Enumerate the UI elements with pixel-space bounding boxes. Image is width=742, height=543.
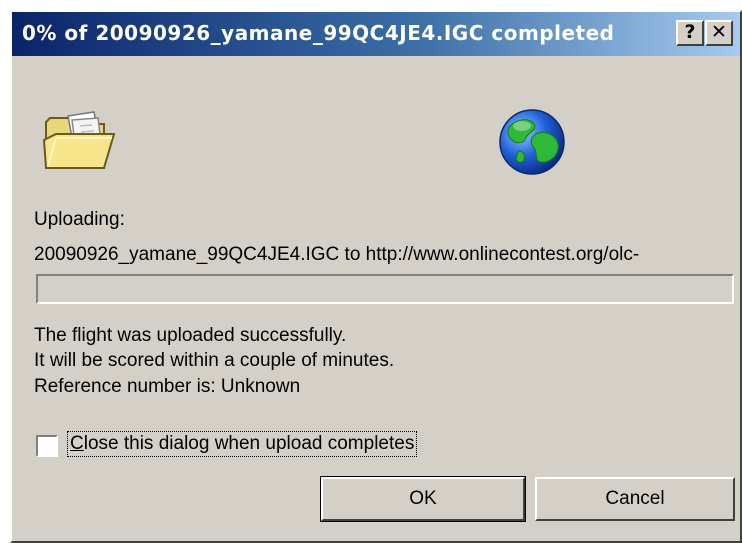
help-button[interactable]: ? — [676, 20, 704, 46]
uploading-label: Uploading: — [34, 209, 125, 230]
globe-icon — [496, 106, 568, 183]
title-bar[interactable]: 0% of 20090926_yamane_99QC4JE4.IGC compl… — [12, 12, 740, 56]
cancel-button[interactable]: Cancel — [535, 477, 735, 521]
close-icon: ✕ — [711, 21, 727, 43]
close-on-complete-label-text: lose this dialog when upload completes — [83, 433, 415, 454]
upload-progress-dialog: 0% of 20090926_yamane_99QC4JE4.IGC compl… — [10, 10, 742, 543]
upload-detail-text: 20090926_yamane_99QC4JE4.IGC to http://w… — [34, 244, 640, 265]
open-folder-icon — [42, 110, 118, 179]
status-message-reference: Reference number is: Unknown — [34, 376, 301, 397]
help-icon: ? — [684, 21, 696, 43]
close-on-complete-label[interactable]: Close this dialog when upload completes — [66, 431, 418, 457]
close-button[interactable]: ✕ — [705, 20, 733, 46]
close-on-complete-accelerator: C — [70, 433, 84, 454]
window-title: 0% of 20090926_yamane_99QC4JE4.IGC compl… — [22, 21, 615, 45]
status-message-scoring: It will be scored within a couple of min… — [34, 350, 395, 371]
ok-button[interactable]: OK — [320, 476, 526, 522]
close-on-complete-checkbox[interactable] — [36, 435, 58, 457]
upload-progress-bar — [36, 274, 734, 304]
status-message-upload-success: The flight was uploaded successfully. — [34, 325, 347, 346]
